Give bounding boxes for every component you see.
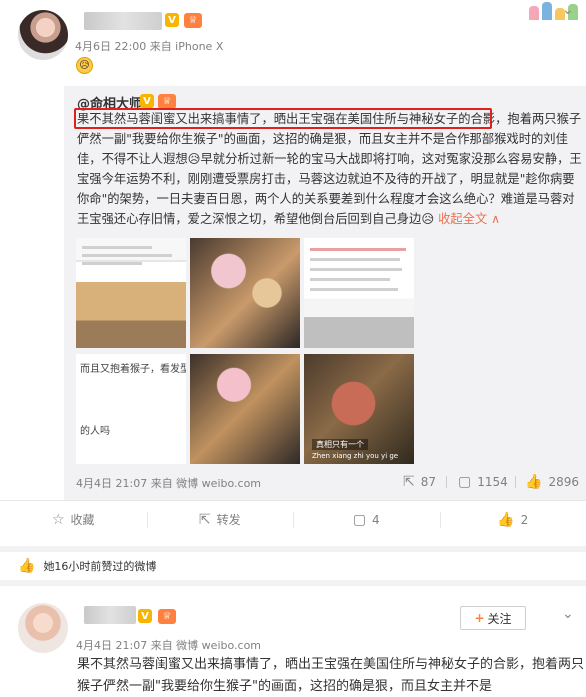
photo-thumbnail[interactable] xyxy=(76,238,186,348)
star-icon: ☆ xyxy=(51,511,65,528)
forward-icon: ⇱ xyxy=(198,511,211,528)
repost-body: 抱着两只猴子俨然一副"我要给你生猴子"的画面，这招的确是狠，而且女主并不是合作那… xyxy=(77,112,582,226)
photo-subtitle: 真相只有一个 xyxy=(312,439,368,450)
repost-meta: 4月4日 21:07 来自 微博 weibo.com xyxy=(76,477,262,490)
comment-button[interactable]: ▢ 4 xyxy=(293,501,440,538)
post-meta: 4月4日 21:07 来自 微博 weibo.com xyxy=(76,639,262,652)
liked-note-bar: 👍 她16小时前赞过的微博 xyxy=(0,552,586,580)
photo-thumbnail[interactable]: 真相只有一个 Zhen xiang zhi you yi ge xyxy=(304,354,414,464)
user-name-blurred[interactable] xyxy=(84,12,162,30)
vip-icon: ♕ xyxy=(158,94,176,109)
action-bar: ☆ 收藏 ⇱ 转发 ▢ 4 👍 2 xyxy=(0,500,586,538)
user-name-blurred[interactable] xyxy=(84,606,136,624)
comment-count-value: 1154 xyxy=(477,475,508,489)
follow-label: 关注 xyxy=(487,611,512,626)
follow-button[interactable]: + 关注 xyxy=(460,606,526,630)
chevron-down-icon[interactable]: ⌄ xyxy=(562,2,574,18)
repost-text: 果不其然马蓉闺蜜又出来搞事情了，晒出王宝强在美国住所与神秘女子的合影，抱着两只猴… xyxy=(77,109,585,229)
user-avatar[interactable] xyxy=(18,10,68,60)
post-meta: 4月6日 22:00 来自 iPhone X xyxy=(75,40,224,53)
photo-subtitle-pinyin: Zhen xiang zhi you yi ge xyxy=(312,452,399,460)
post-body: 果不其然马蓉闺蜜又出来搞事情了，晒出王宝强在美国住所与神秘女子的合影，抱着两只猴… xyxy=(77,657,585,694)
like-button[interactable]: 👍 2 xyxy=(439,501,586,538)
comment-icon: ▢ xyxy=(352,511,367,528)
repost-icon: ⇱ xyxy=(403,474,415,490)
favorite-label: 收藏 xyxy=(70,513,95,527)
like-icon: 👍 xyxy=(18,558,36,574)
decorative-stickers xyxy=(529,0,586,20)
forward-button[interactable]: ⇱ 转发 xyxy=(146,501,294,538)
divider xyxy=(515,476,516,488)
like-icon: 👍 xyxy=(525,474,543,490)
comment-icon: ▢ xyxy=(458,474,472,490)
user-avatar[interactable] xyxy=(18,603,68,653)
comment-count[interactable]: ▢ 1154 xyxy=(458,474,508,490)
vip-icon: ♕ xyxy=(158,609,176,624)
like-label: 2 xyxy=(520,512,529,527)
verified-icon: V xyxy=(165,13,179,27)
like-count[interactable]: 👍 2896 xyxy=(525,474,579,490)
chevron-down-icon[interactable]: ⌄ xyxy=(562,606,574,622)
highlighted-sentence: 果不其然马蓉闺蜜又出来搞事情了，晒出王宝强在美国住所与神秘女子的合影， xyxy=(77,112,508,126)
photo-grid: 而且又抱着猴子，看发型 的人吗 真相只有一个 Zhen xiang zhi yo… xyxy=(76,238,416,468)
repost-count-value: 87 xyxy=(420,475,437,489)
photo-thumbnail[interactable] xyxy=(190,238,300,348)
comment-label: 4 xyxy=(372,512,380,527)
photo-caption: 的人吗 xyxy=(80,426,110,437)
verified-icon: V xyxy=(138,609,152,623)
photo-thumbnail[interactable] xyxy=(190,354,300,464)
plus-icon: + xyxy=(474,611,485,625)
liked-note-text: 她16小时前赞过的微博 xyxy=(43,560,157,573)
verified-icon: V xyxy=(140,94,154,108)
vip-icon: ♕ xyxy=(184,13,202,28)
favorite-button[interactable]: ☆ 收藏 xyxy=(0,501,147,538)
photo-thumbnail[interactable]: 而且又抱着猴子，看发型 的人吗 xyxy=(76,354,186,464)
photo-caption: 而且又抱着猴子，看发型 xyxy=(80,364,186,375)
emoji: 😥 xyxy=(79,60,90,71)
emoji-sweat-icon: 😥 xyxy=(76,57,93,74)
forward-label: 转发 xyxy=(216,513,241,527)
like-count-value: 2896 xyxy=(548,475,579,489)
like-icon: 👍 xyxy=(497,511,515,528)
divider xyxy=(446,476,447,488)
collapse-link[interactable]: 收起全文 ∧ xyxy=(438,212,500,226)
photo-thumbnail[interactable] xyxy=(304,238,414,348)
repost-count[interactable]: ⇱ 87 xyxy=(403,474,436,490)
